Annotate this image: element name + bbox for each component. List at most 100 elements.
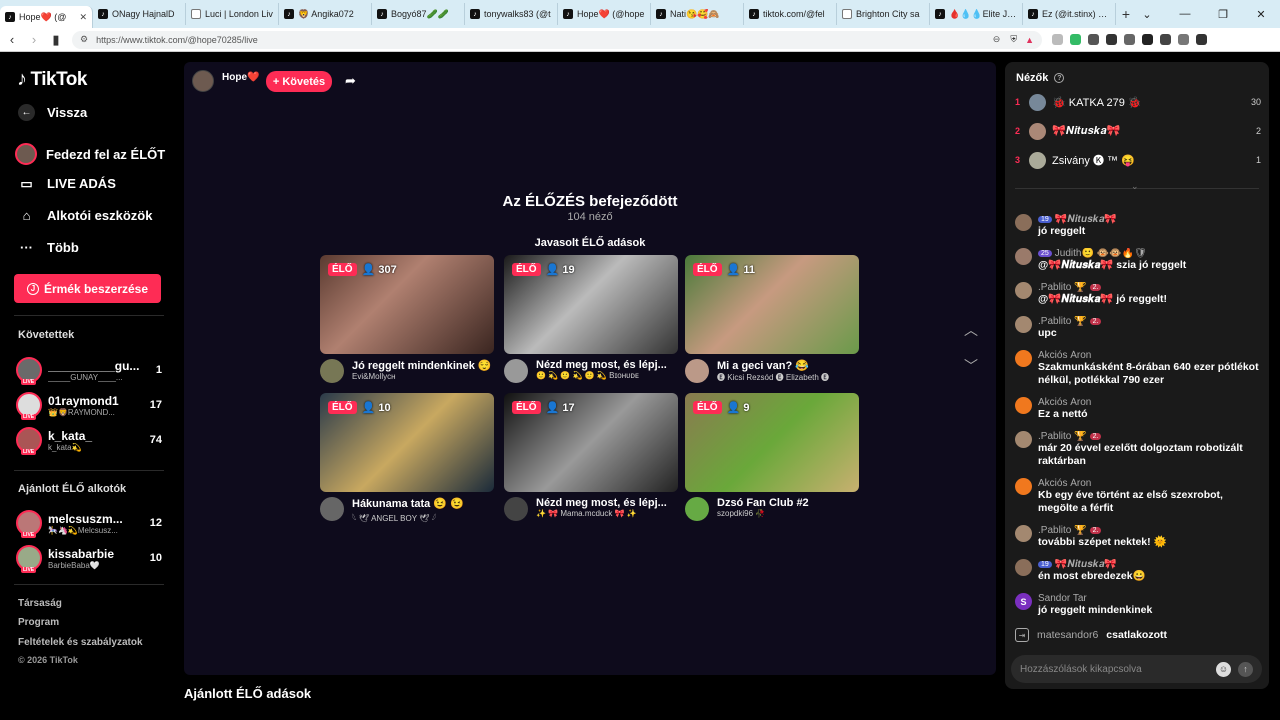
scroll-down-icon[interactable]: ﹀ bbox=[964, 356, 978, 376]
avatar[interactable] bbox=[1015, 214, 1032, 231]
bookmark-icon[interactable]: ▮ bbox=[46, 30, 66, 50]
browser-tab-4[interactable]: ♪ Bogyó87🥒🥒 bbox=[372, 3, 465, 25]
wallet-icon[interactable] bbox=[1178, 34, 1189, 45]
chat-username[interactable]: Akciós Áron bbox=[1038, 478, 1091, 489]
avatar[interactable] bbox=[1015, 350, 1032, 367]
zoom-icon[interactable]: ⊖ bbox=[993, 34, 1001, 45]
get-coins-button[interactable]: J Érmék beszerzése bbox=[14, 274, 161, 303]
following-account[interactable]: LIVE k_kata_ k_kata💫 74 bbox=[16, 425, 162, 455]
extension-icon[interactable] bbox=[1142, 34, 1153, 45]
avatar[interactable] bbox=[1015, 282, 1032, 299]
sidebar-icon[interactable] bbox=[1106, 34, 1117, 45]
top-viewer[interactable]: 2 🎀𝑵𝒊𝒕𝒖𝒔𝒌𝒂🎀 2 bbox=[1015, 120, 1261, 142]
tiktok-logo[interactable]: ♪ TikTok bbox=[17, 68, 87, 91]
chat-username[interactable]: 🎀𝑵𝒊𝒕𝒖𝒔𝒌𝒂🎀 bbox=[1055, 214, 1117, 225]
browser-tab-3[interactable]: ♪ 🦁 Angika072 bbox=[279, 3, 372, 25]
live-card[interactable]: ÉLŐ 👤 10 Hákunama tata 😉 😉 𓆩 🕊 ANGEL BOY 🕊… bbox=[320, 393, 494, 524]
suggested-account[interactable]: LIVE melcsuszm... 🎠🦄💫Melcsusz... 12 bbox=[16, 508, 162, 538]
avatar[interactable] bbox=[1015, 397, 1032, 414]
chat-username[interactable]: .Pablito 🏆 bbox=[1038, 525, 1087, 536]
browser-tab-0[interactable]: ♪ Hope❤️ (@ ✕ bbox=[0, 6, 93, 28]
browser-tab-5[interactable]: ♪ tonywalks83 (@t bbox=[465, 3, 558, 25]
send-icon[interactable]: ↑ bbox=[1238, 661, 1253, 677]
chat-username[interactable]: .Pablito 🏆 bbox=[1038, 316, 1087, 327]
help-icon[interactable]: ? bbox=[1054, 73, 1065, 83]
extension-icon[interactable] bbox=[1052, 34, 1063, 45]
host-avatar[interactable] bbox=[192, 70, 214, 92]
comment-input[interactable]: Hozzászólások kikapcsolva ☺ ↑ bbox=[1011, 655, 1262, 683]
live-thumbnail[interactable]: ÉLŐ 👤 9 bbox=[685, 393, 859, 492]
joined-username[interactable]: matesandor6 bbox=[1037, 629, 1098, 641]
browser-tab-2[interactable]: Luci | London Liv bbox=[186, 3, 279, 25]
vpn-icon[interactable] bbox=[1160, 34, 1171, 45]
nav-more[interactable]: ··· Több bbox=[18, 239, 79, 256]
chat-username[interactable]: Sandor Tar bbox=[1038, 593, 1087, 604]
avatar[interactable] bbox=[1015, 478, 1032, 495]
tab-title: Hope❤️ (@ bbox=[19, 11, 67, 22]
live-card[interactable]: ÉLŐ 👤 9 Dzsó Fan Club #2 szopdki96 🥀 bbox=[685, 393, 859, 521]
live-thumbnail[interactable]: ÉLŐ 👤 17 bbox=[504, 393, 678, 492]
follow-button[interactable]: + Követés bbox=[266, 71, 332, 92]
forward-arrow-icon[interactable]: › bbox=[24, 30, 44, 50]
back-arrow-icon[interactable]: ‹ bbox=[2, 30, 22, 50]
chat-username[interactable]: Akciós Áron bbox=[1038, 397, 1091, 408]
avatar[interactable] bbox=[1015, 248, 1032, 265]
browser-tab-6[interactable]: ♪ Hope❤️ (@hope bbox=[558, 3, 651, 25]
chat-username[interactable]: .Pablito 🏆 bbox=[1038, 282, 1087, 293]
live-thumbnail[interactable]: ÉLŐ 👤 11 bbox=[685, 255, 859, 354]
extension-icon[interactable] bbox=[1070, 34, 1081, 45]
nav-live-studio[interactable]: ▭ LIVE ADÁS bbox=[18, 175, 116, 192]
emoji-icon[interactable]: ☺ bbox=[1216, 661, 1231, 677]
browser-tab-9[interactable]: Brighton City sa bbox=[837, 3, 930, 25]
share-icon[interactable]: ➦ bbox=[345, 73, 356, 89]
avatar[interactable] bbox=[1015, 316, 1032, 333]
top-viewer[interactable]: 1 🐞 KATKA 279 🐞 30 bbox=[1015, 91, 1261, 113]
expand-chevron-icon[interactable]: ⌄ bbox=[1131, 181, 1139, 192]
window-close-icon[interactable]: ✕ bbox=[1242, 0, 1280, 28]
tab-search-icon[interactable]: ⌄ bbox=[1128, 0, 1166, 28]
menu-icon[interactable] bbox=[1196, 34, 1207, 45]
back-button[interactable]: ← Vissza bbox=[18, 104, 87, 121]
browser-tab-1[interactable]: ♪ ONagy HajnalD bbox=[93, 3, 186, 25]
extension-icon[interactable] bbox=[1124, 34, 1135, 45]
live-card[interactable]: ÉLŐ 👤 19 Nézd meg most, és lépj... 🙂 💫 🙂 💫… bbox=[504, 255, 678, 383]
nav-explore-live[interactable]: Fedezd fel az ÉLŐT bbox=[15, 143, 165, 165]
footer-link-company[interactable]: Társaság bbox=[18, 598, 62, 609]
live-thumbnail[interactable]: ÉLŐ 👤 10 bbox=[320, 393, 494, 492]
extension-icon[interactable] bbox=[1088, 34, 1099, 45]
close-icon[interactable]: ✕ bbox=[79, 12, 87, 23]
top-viewer[interactable]: 3 Zsivány 🅚 ™ 😝 1 bbox=[1015, 149, 1261, 171]
live-thumbnail[interactable]: ÉLŐ 👤 307 bbox=[320, 255, 494, 354]
live-card[interactable]: ÉLŐ 👤 17 Nézd meg most, és lépj... ✨ 🎀 Mam… bbox=[504, 393, 678, 521]
browser-tab-7[interactable]: ♪ Nati😘🥰🙈 bbox=[651, 3, 744, 25]
url-field[interactable]: ⚙ https://www.tiktok.com/@hope70285/live… bbox=[72, 30, 1042, 49]
brave-rewards-icon[interactable]: ▲ bbox=[1025, 35, 1034, 45]
chat-username[interactable]: .Pablito 🏆 bbox=[1038, 431, 1087, 442]
site-settings-icon[interactable]: ⚙ bbox=[80, 34, 88, 45]
following-account[interactable]: LIVE __________gu... _____GUNAY____... 1 bbox=[16, 355, 162, 385]
browser-tab-10[interactable]: ♪ 🩸💧💧Elite Jáno bbox=[930, 3, 1023, 25]
live-card[interactable]: ÉLŐ 👤 307 Jó reggelt mindenkinek 😌 Evi&Mol… bbox=[320, 255, 494, 383]
chat-username[interactable]: Akciós Áron bbox=[1038, 350, 1091, 361]
avatar[interactable] bbox=[1015, 431, 1032, 448]
suggested-account[interactable]: LIVE kissabarbie BarbieBaba🤍 10 bbox=[16, 543, 162, 573]
browser-tab-8[interactable]: ♪ tiktok.com/@fel bbox=[744, 3, 837, 25]
scroll-up-icon[interactable]: ︿ bbox=[964, 320, 978, 340]
browser-tab-11[interactable]: ♪ Ez (@it.stinx) ÉLŐ bbox=[1023, 3, 1116, 25]
footer-link-program[interactable]: Program bbox=[18, 617, 59, 628]
chat-username[interactable]: 🎀𝑵𝒊𝒕𝒖𝒔𝒌𝒂🎀 bbox=[1055, 559, 1117, 570]
minimize-icon[interactable]: — bbox=[1166, 0, 1204, 28]
following-account[interactable]: LIVE 01raymond1 👑🦁RAYMOND... 17 bbox=[16, 390, 162, 420]
nav-creator-tools[interactable]: ⌂ Alkotói eszközök bbox=[18, 207, 153, 224]
avatar[interactable] bbox=[1015, 559, 1032, 576]
host-name[interactable]: Hope❤️ bbox=[222, 72, 259, 83]
live-thumbnail[interactable]: ÉLŐ 👤 19 bbox=[504, 255, 678, 354]
maximize-icon[interactable]: ❐ bbox=[1204, 0, 1242, 28]
footer-link-terms[interactable]: Feltételek és szabályzatok bbox=[18, 637, 143, 648]
chat-username[interactable]: Judith🙂 🐵🐵🔥🛡 bbox=[1055, 248, 1147, 259]
avatar[interactable]: S bbox=[1015, 593, 1032, 610]
host-info[interactable]: Hope❤️ bbox=[192, 70, 259, 92]
live-card[interactable]: ÉLŐ 👤 11 Mi a geci van? 😂 🅔 Kicsi Rezsód 🅔… bbox=[685, 255, 859, 383]
brave-shield-icon[interactable]: ⛨ bbox=[1010, 34, 1017, 45]
avatar[interactable] bbox=[1015, 525, 1032, 542]
